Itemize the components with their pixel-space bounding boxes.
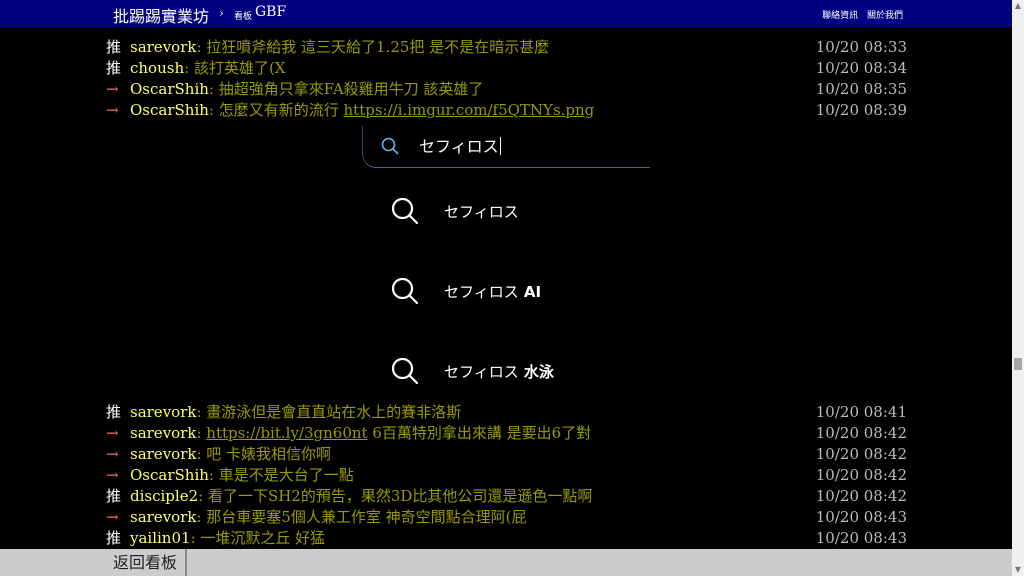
back-to-board-button[interactable]: 返回看板 [105,549,187,576]
push-tag: 推 [106,529,122,547]
push-row: 推 choush: 該打英雄了(X 10/20 08:34 [106,58,916,79]
push-content: : 車是不是大台了一點 [208,466,354,484]
top-bar: 批踢踢實業坊 › 看板 GBF 聯絡資訊 關於我們 [0,0,1012,27]
push-content: : 畫游泳但是會直直站在水上的賽非洛斯 [196,403,462,421]
push-time: 10/20 08:41 [815,403,907,421]
short-link[interactable]: https://bit.ly/3gn60nt [206,424,367,442]
scroll-down-icon[interactable]: ▼ [1012,564,1024,576]
push-content: : 抽超強角只拿來FA殺雞用牛刀 該英雄了 [208,80,484,98]
push-time: 10/20 08:42 [815,424,907,442]
push-tag: 推 [106,59,122,77]
push-row: 推 sarevork: 拉狂噴斧給我 這三天給了1.25把 是不是在暗示甚麼 10… [106,37,916,58]
push-user: sarevork [130,508,197,526]
push-content: : https://bit.ly/3gn60nt 6百萬特別拿出來講 是要出6了… [196,424,592,442]
site-logo[interactable]: 批踢踢實業坊 [113,3,209,27]
push-content: : 怎麼又有新的流行 https://i.imgur.com/f5QTNYs.p… [208,101,595,119]
push-row: 推 yailin01: 一堆沉默之丘 好猛 10/20 08:43 [106,528,916,549]
search-suggestion[interactable]: セフィロス AI [390,276,640,306]
push-time: 10/20 08:34 [815,59,907,77]
push-tag: 推 [106,403,122,421]
push-time: 10/20 08:43 [815,529,907,547]
push-content: : 拉狂噴斧給我 這三天給了1.25把 是不是在暗示甚麼 [196,38,550,56]
push-time: 10/20 08:42 [815,487,907,505]
suggestion-text: セフィロス AI [444,283,542,301]
bottom-bar: 返回看板 [0,549,1012,576]
push-content: : 那台車要塞5個人兼工作室 神奇空間點合理阿(屁 [196,508,527,526]
scrollbar-thumb[interactable] [1014,358,1022,370]
search-icon [391,197,419,225]
scroll-up-icon[interactable]: ▲ [1012,0,1024,12]
push-time: 10/20 08:33 [815,38,907,56]
push-user: yailin01 [130,529,191,547]
board-name-link[interactable]: GBF [255,4,286,20]
about-link[interactable]: 關於我們 [867,11,903,21]
push-user: choush [130,59,185,77]
push-tag: → [106,80,119,98]
push-user: sarevork [130,424,197,442]
push-user: OscarShih [130,80,209,98]
text-caret [499,137,501,155]
push-time: 10/20 08:35 [815,80,907,98]
image-link[interactable]: https://i.imgur.com/f5QTNYs.png [344,101,595,119]
push-tag: → [106,445,119,463]
push-row: → sarevork: 吧 卡婊我相信你啊 10/20 08:42 [106,444,916,465]
search-query: セフィロス [419,137,501,156]
push-row: → OscarShih: 怎麼又有新的流行 https://i.imgur.com… [106,100,916,121]
top-links: 聯絡資訊 關於我們 [816,8,903,21]
push-content: : 吧 卡婊我相信你啊 [196,445,332,463]
push-user: sarevork [130,38,197,56]
suggestion-text: セフィロス 水泳 [444,363,554,381]
push-user: sarevork [130,403,197,421]
push-tag: → [106,466,119,484]
push-time: 10/20 08:42 [815,466,907,484]
scrollbar[interactable]: ▲ ▼ [1012,0,1024,576]
push-row: → OscarShih: 車是不是大台了一點 10/20 08:42 [106,465,916,486]
push-user: sarevork [130,445,197,463]
push-time: 10/20 08:43 [815,508,907,526]
board-label[interactable]: 看板 [234,9,252,22]
push-tag: → [106,424,119,442]
search-input[interactable]: セフィロス [362,126,650,168]
push-tag: 推 [106,487,122,505]
push-row: 推 disciple2: 看了一下SH2的預告，果然3D比其他公司還是遜色一點啊 … [106,486,916,507]
suggestion-text: セフィロス [444,203,519,221]
push-row: → sarevork: https://bit.ly/3gn60nt 6百萬特別拿… [106,423,916,444]
search-icon [391,277,419,305]
push-time: 10/20 08:39 [815,101,907,119]
push-user: OscarShih [130,466,209,484]
push-user: disciple2 [130,487,199,505]
push-row: → OscarShih: 抽超強角只拿來FA殺雞用牛刀 該英雄了 10/20 08… [106,79,916,100]
search-icon [391,357,419,385]
push-row: 推 sarevork: 畫游泳但是會直直站在水上的賽非洛斯 10/20 08:41 [106,402,916,423]
push-content: : 一堆沉默之丘 好猛 [190,529,326,547]
search-suggestion[interactable]: セフィロス [390,196,640,226]
search-icon [381,137,399,155]
push-tag: → [106,508,119,526]
push-row: → sarevork: 那台車要塞5個人兼工作室 神奇空間點合理阿(屁 10/20… [106,507,916,528]
push-time: 10/20 08:42 [815,445,907,463]
push-tag: 推 [106,38,122,56]
breadcrumb-separator: › [219,6,224,20]
search-overlay: セフィロス セフィロス セフィロス AI セフィロス 水泳 [362,124,652,394]
push-content: : 看了一下SH2的預告，果然3D比其他公司還是遜色一點啊 [198,487,593,505]
push-content: : 該打英雄了(X [184,59,286,77]
push-user: OscarShih [130,101,209,119]
search-suggestion[interactable]: セフィロス 水泳 [390,356,640,386]
push-tag: → [106,101,119,119]
contact-link[interactable]: 聯絡資訊 [822,11,858,21]
